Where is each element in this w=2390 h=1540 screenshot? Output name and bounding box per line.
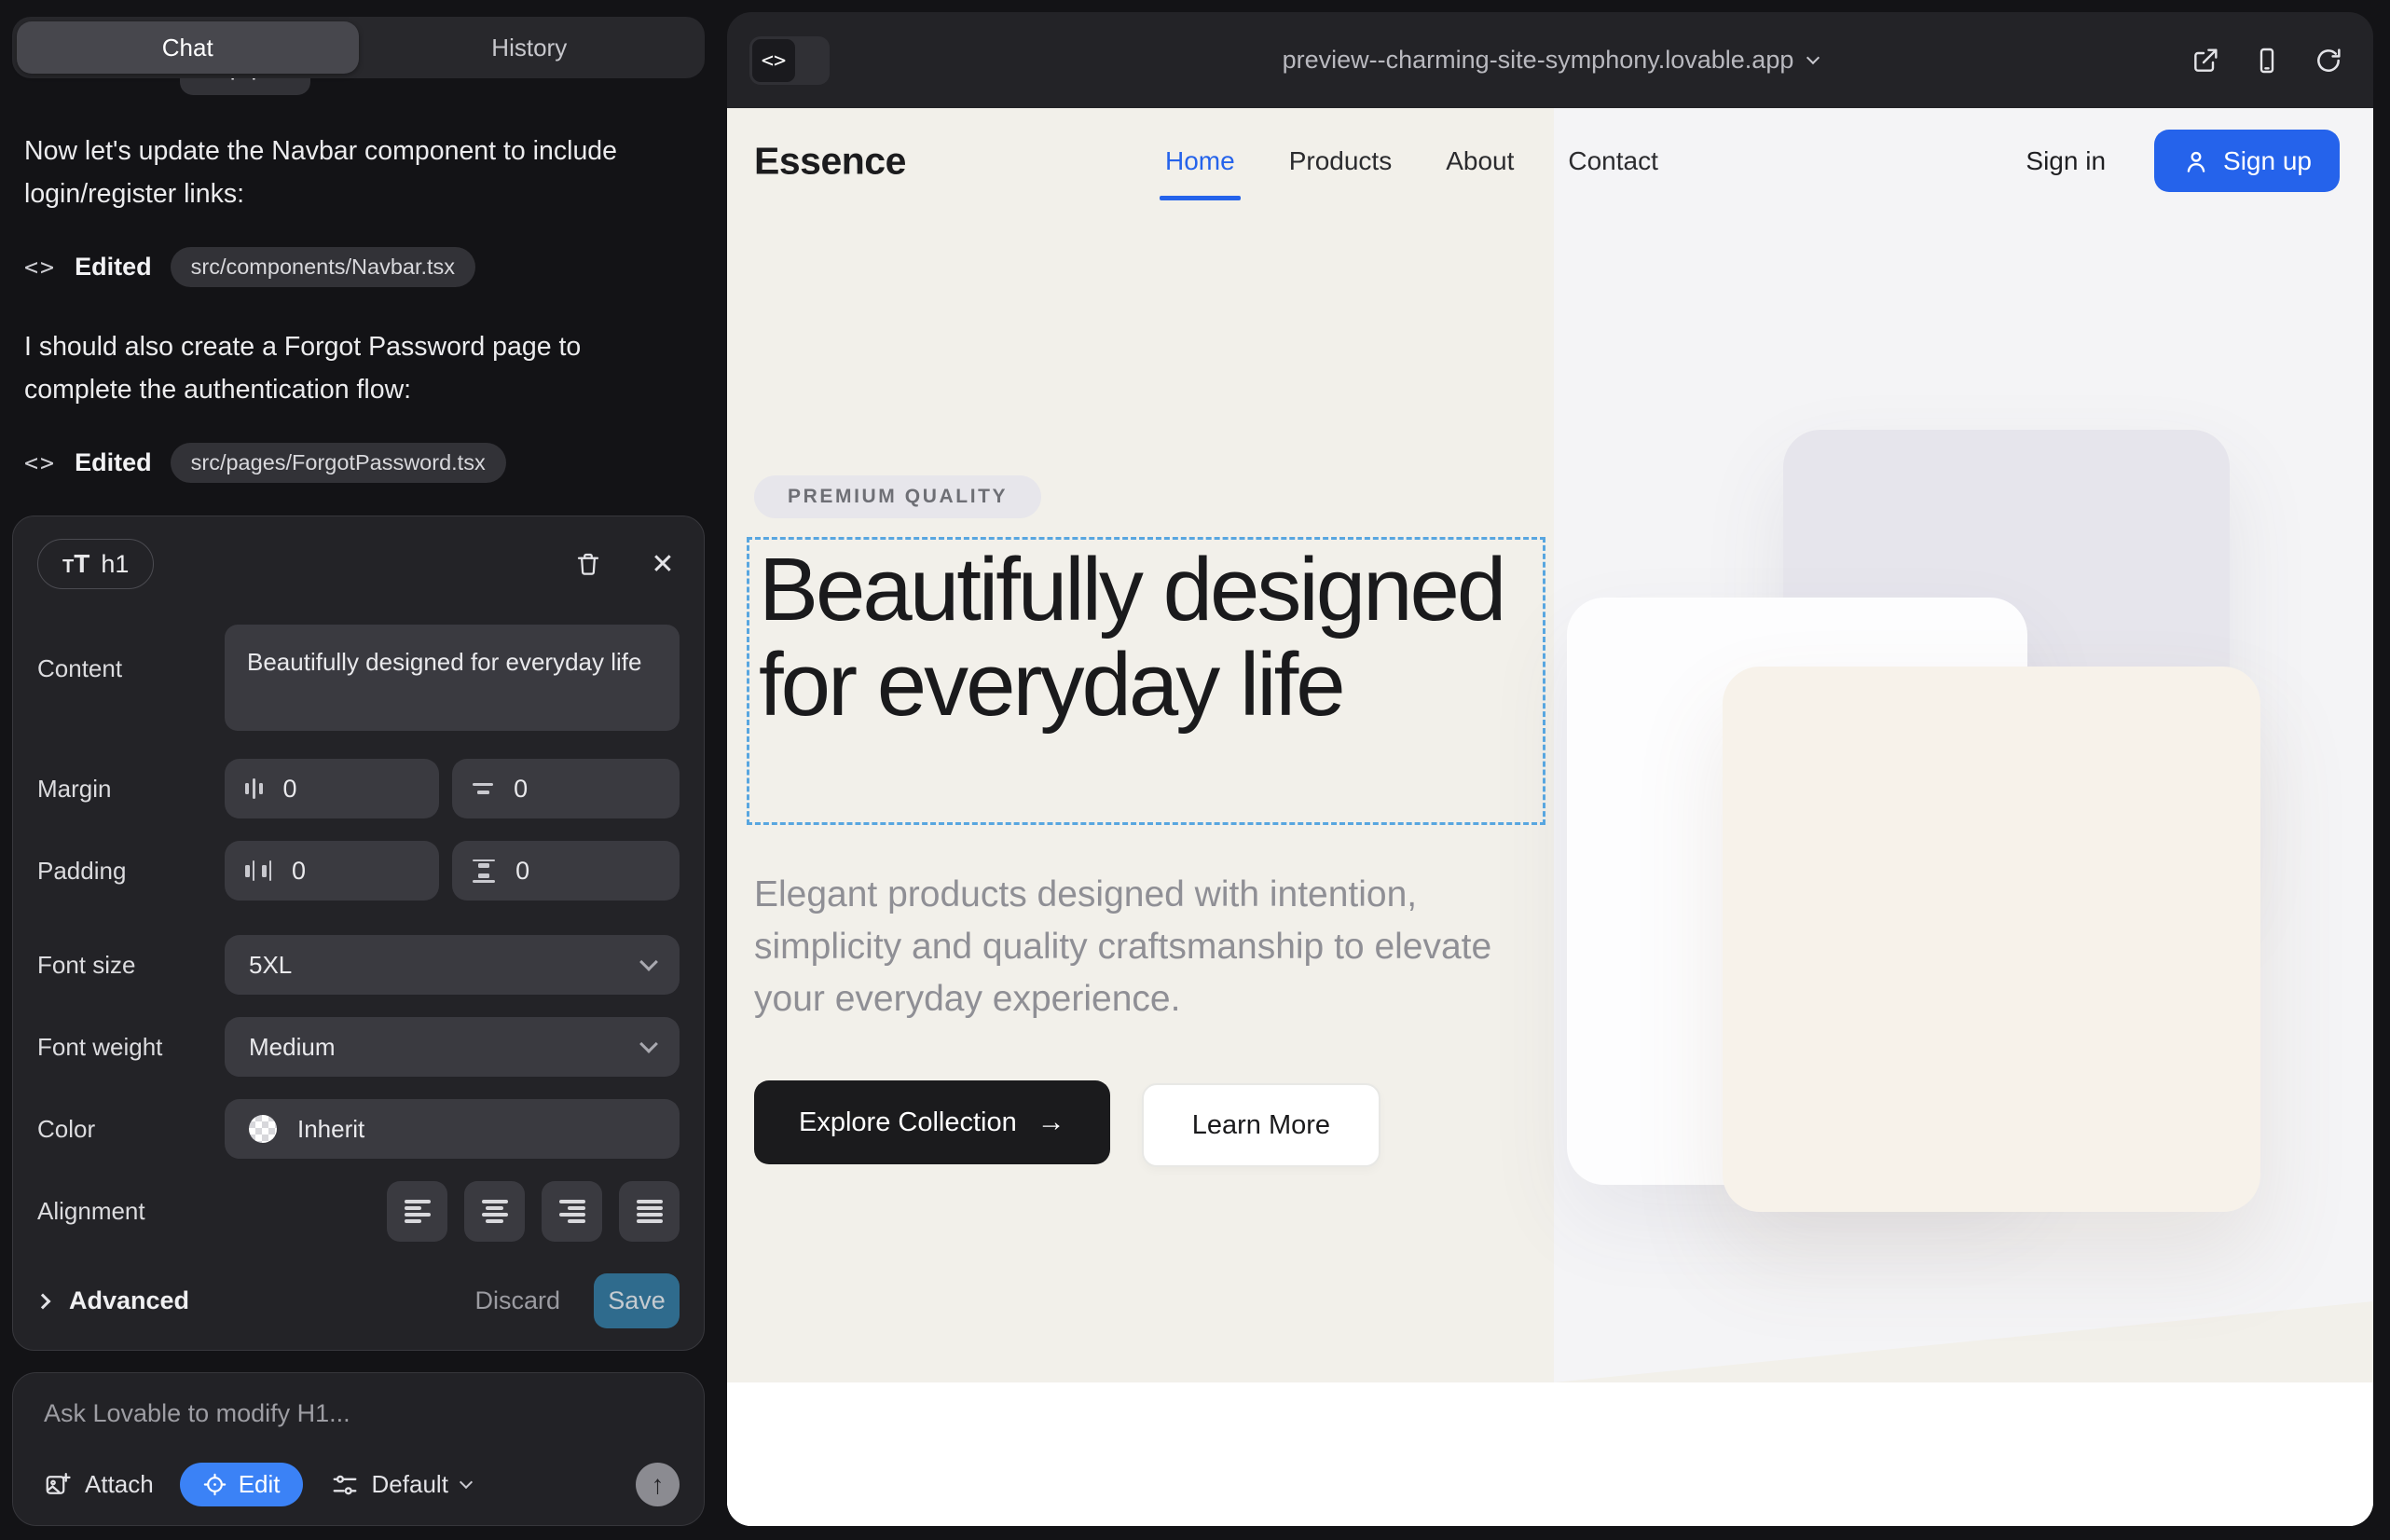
discard-button[interactable]: Discard (474, 1286, 560, 1315)
file-path-pill[interactable]: src/pages/ForgotPassword.tsx (171, 443, 506, 483)
chat-messages: Now let's update the Navbar component to… (24, 131, 682, 522)
selected-element-tag[interactable]: TT h1 (37, 539, 154, 589)
arrow-right-icon: → (1037, 1107, 1065, 1138)
composer-input[interactable]: Ask Lovable to modify H1... (44, 1399, 673, 1428)
margin-x-icon (245, 778, 263, 799)
padding-x-icon (245, 860, 271, 881)
hero-heading[interactable]: Beautifully designed for everyday life (759, 543, 1542, 733)
edited-label: Edited (75, 448, 152, 477)
chevron-down-icon (639, 1035, 658, 1053)
user-icon (2182, 147, 2210, 175)
tab-history[interactable]: History (359, 21, 701, 74)
nav-link-products[interactable]: Products (1289, 146, 1393, 176)
color-swatch (249, 1115, 277, 1143)
attach-button[interactable]: Attach (44, 1470, 154, 1499)
premium-quality-badge: PREMIUM QUALITY (754, 475, 1041, 518)
trash-icon[interactable] (571, 547, 605, 581)
align-left-button[interactable] (387, 1181, 447, 1242)
align-justify-icon (637, 1200, 663, 1223)
chat-history-tabs: Chat History (12, 17, 705, 78)
sign-up-button[interactable]: Sign up (2154, 130, 2340, 192)
content-input[interactable]: Beautifully designed for everyday life (225, 625, 680, 731)
assistant-message: Now let's update the Navbar component to… (24, 131, 649, 215)
margin-y-input[interactable]: 0 (452, 759, 680, 818)
padding-x-input[interactable]: 0 (225, 841, 439, 901)
chevron-down-icon (460, 1476, 473, 1489)
align-center-icon (482, 1200, 508, 1223)
refresh-icon[interactable] (2312, 44, 2345, 77)
padding-label: Padding (37, 857, 225, 886)
advanced-toggle[interactable]: Advanced (69, 1286, 189, 1315)
url-bar[interactable]: preview--charming-site-symphony.lovable.… (1283, 46, 1819, 75)
chat-composer[interactable]: Ask Lovable to modify H1... Attach (12, 1372, 705, 1526)
truncated-file-pill (180, 78, 310, 95)
code-icon: <> (24, 254, 56, 281)
site-logo[interactable]: Essence (754, 139, 906, 183)
element-tag-label: h1 (101, 550, 129, 579)
align-right-icon (559, 1200, 585, 1223)
align-left-icon (405, 1200, 431, 1223)
font-weight-label: Font weight (37, 1033, 225, 1062)
chevron-down-icon (1806, 51, 1820, 64)
preview-browser: <> preview--charming-site-symphony.lovab… (727, 12, 2373, 1526)
code-toggle-icon: <> (752, 39, 795, 82)
tab-chat[interactable]: Chat (17, 21, 359, 74)
learn-more-button[interactable]: Learn More (1142, 1083, 1380, 1167)
nav-link-contact[interactable]: Contact (1568, 146, 1658, 176)
nav-link-about[interactable]: About (1446, 146, 1514, 176)
color-label: Color (37, 1115, 225, 1144)
edited-file-row[interactable]: <> Edited src/components/Navbar.tsx (24, 247, 682, 287)
save-button[interactable]: Save (594, 1273, 680, 1328)
heading-type-icon: TT (62, 549, 89, 579)
chat-panel: Chat History Now let's update the Navbar… (0, 0, 717, 1540)
font-size-label: Font size (37, 951, 225, 980)
align-justify-button[interactable] (619, 1181, 680, 1242)
browser-toolbar: <> preview--charming-site-symphony.lovab… (727, 12, 2373, 108)
edit-mode-button[interactable]: Edit (180, 1463, 303, 1506)
content-label: Content (37, 654, 225, 683)
chevron-down-icon (639, 953, 658, 971)
target-icon (202, 1472, 227, 1497)
assistant-message: I should also create a Forgot Password p… (24, 326, 649, 411)
font-weight-select[interactable]: Medium (225, 1017, 680, 1077)
mobile-view-icon[interactable] (2250, 44, 2284, 77)
alignment-label: Alignment (37, 1197, 225, 1226)
code-preview-toggle[interactable]: <> (749, 36, 830, 85)
sign-in-link[interactable]: Sign in (2026, 146, 2106, 176)
site-navbar: Essence Home Products About Contact Sign… (727, 108, 2373, 213)
site-preview: Essence Home Products About Contact Sign… (727, 108, 2373, 1526)
color-select[interactable]: Inherit (225, 1099, 680, 1159)
nav-link-home[interactable]: Home (1165, 146, 1235, 176)
code-icon: <> (24, 449, 56, 476)
file-path-pill[interactable]: src/components/Navbar.tsx (171, 247, 475, 287)
send-button[interactable]: ↑ (636, 1463, 680, 1506)
margin-x-input[interactable]: 0 (225, 759, 439, 818)
align-center-button[interactable] (464, 1181, 525, 1242)
margin-label: Margin (37, 775, 225, 804)
element-editor-panel: TT h1 ✕ Content Beautifully desig (12, 516, 705, 1351)
edited-file-row[interactable]: <> Edited src/pages/ForgotPassword.tsx (24, 443, 682, 483)
decor-card-beige (1723, 667, 2260, 1212)
sliders-icon (331, 1471, 359, 1499)
margin-y-icon (473, 783, 493, 795)
explore-collection-button[interactable]: Explore Collection → (754, 1080, 1110, 1164)
app-root: Chat History Now let's update the Navbar… (0, 0, 2390, 1540)
attach-image-icon (44, 1471, 72, 1499)
chevron-right-icon (35, 1293, 51, 1309)
close-icon[interactable]: ✕ (646, 547, 680, 581)
open-external-icon[interactable] (2189, 44, 2222, 77)
padding-y-icon (473, 859, 495, 883)
padding-y-input[interactable]: 0 (452, 841, 680, 901)
url-host: preview--charming-site-symphony.lovable.… (1283, 46, 1794, 75)
mode-selector[interactable]: Default (331, 1470, 471, 1499)
hero-paragraph: Elegant products designed with intention… (754, 869, 1509, 1025)
edited-label: Edited (75, 253, 152, 282)
align-right-button[interactable] (542, 1181, 602, 1242)
font-size-select[interactable]: 5XL (225, 935, 680, 995)
